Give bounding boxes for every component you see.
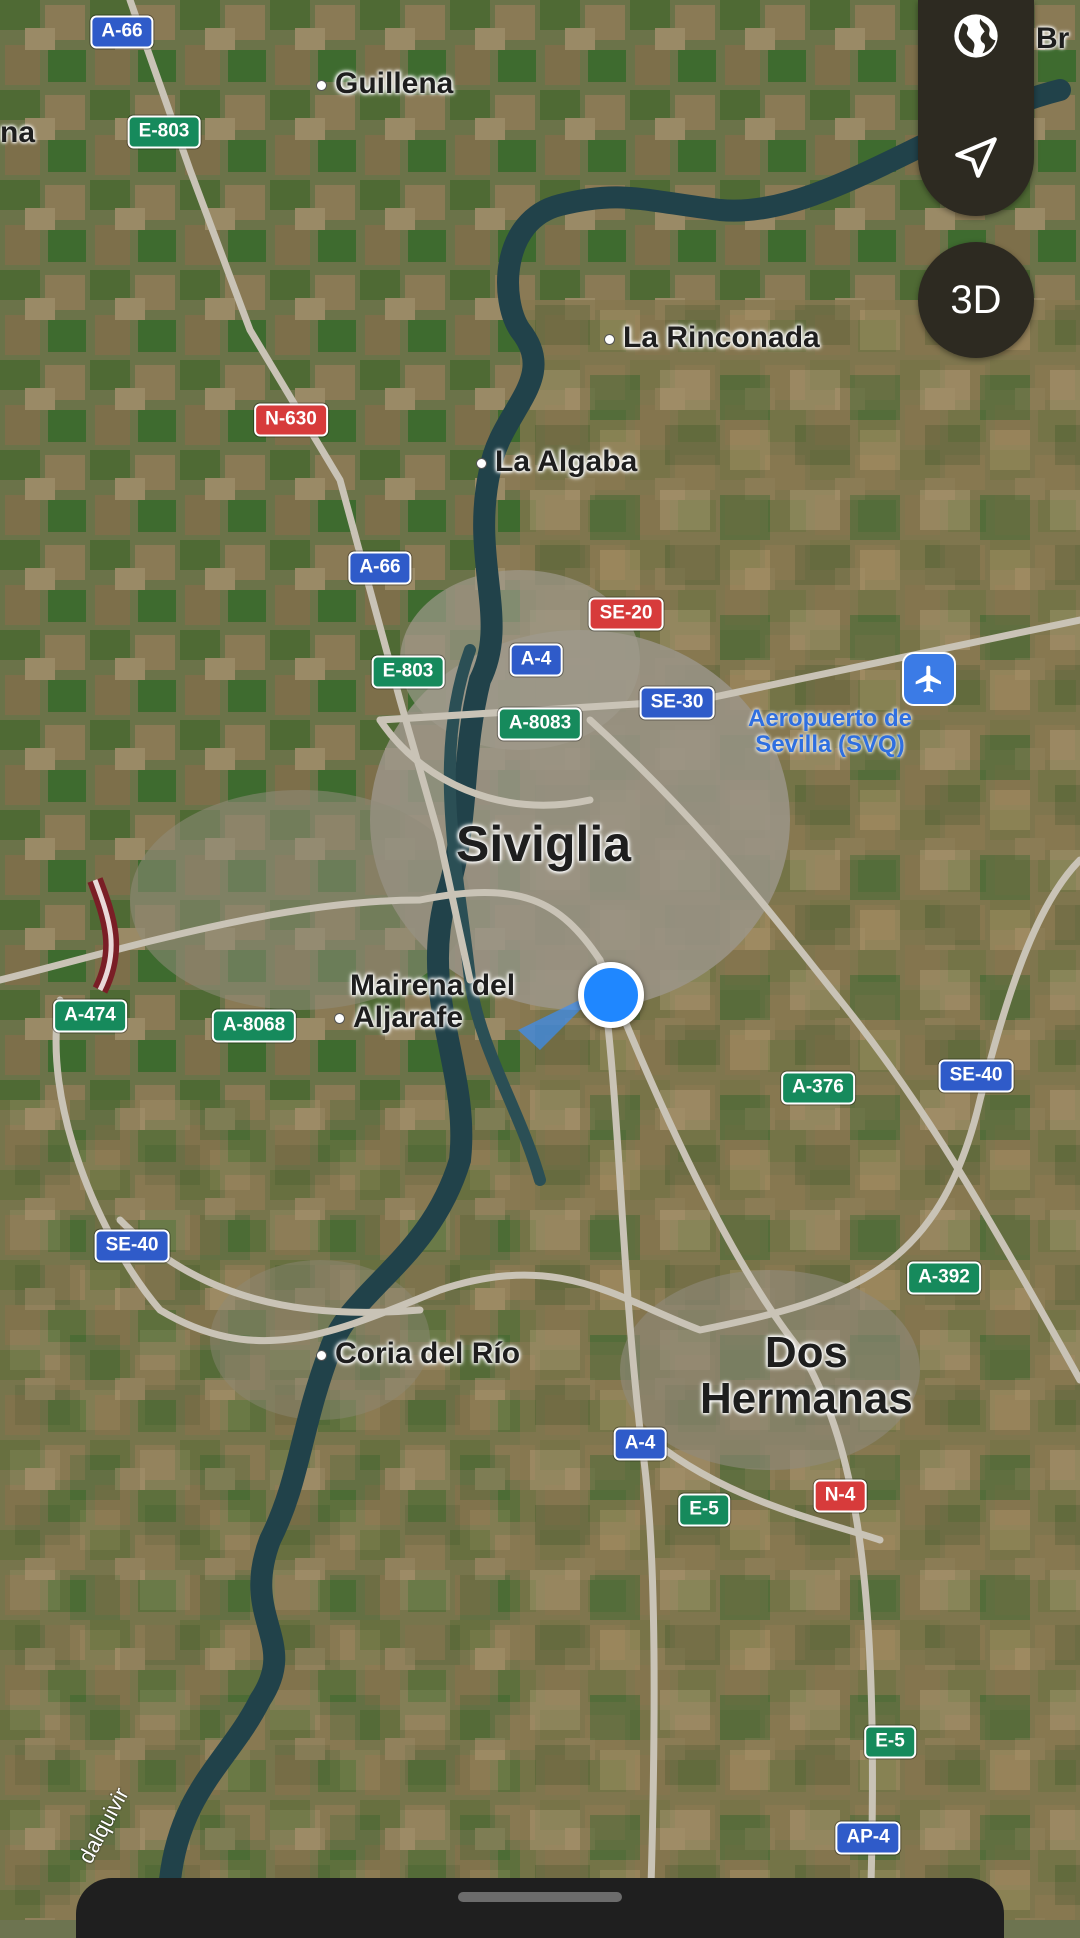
place-dos-hermanas[interactable]: Dos Hermanas bbox=[700, 1329, 913, 1422]
place-mairena-del-aljarafe[interactable]: Mairena del Aljarafe bbox=[334, 970, 515, 1033]
road-shield-a474[interactable]: A-474 bbox=[53, 999, 127, 1033]
road-shield-n630[interactable]: N-630 bbox=[254, 403, 328, 437]
road-shield-e5-b[interactable]: E-5 bbox=[864, 1725, 916, 1759]
edge-label-right: Br bbox=[1036, 22, 1070, 55]
road-shield-e803-top[interactable]: E-803 bbox=[127, 115, 201, 149]
place-dot bbox=[334, 1013, 345, 1025]
place-coria-del-rio[interactable]: Coria del Río bbox=[316, 1338, 520, 1370]
place-dot bbox=[316, 1349, 327, 1361]
road-shield-e5-a[interactable]: E-5 bbox=[678, 1493, 730, 1527]
user-location-dot[interactable] bbox=[578, 962, 644, 1028]
three-d-button[interactable]: 3D bbox=[918, 242, 1034, 358]
road-shield-se40-right[interactable]: SE-40 bbox=[938, 1059, 1014, 1093]
current-location-button[interactable] bbox=[918, 100, 1034, 216]
place-dot bbox=[476, 457, 487, 469]
road-shield-a66-top[interactable]: A-66 bbox=[90, 15, 154, 49]
satellite-map[interactable] bbox=[0, 0, 1080, 1920]
road-shield-se20[interactable]: SE-20 bbox=[588, 597, 664, 631]
airplane-icon bbox=[915, 665, 941, 693]
airport-label[interactable]: Aeropuerto de Sevilla (SVQ) bbox=[748, 705, 912, 759]
location-arrow-icon bbox=[955, 137, 997, 178]
road-shield-a8068[interactable]: A-8068 bbox=[211, 1009, 297, 1043]
map-style-button[interactable] bbox=[918, 0, 1034, 94]
bottom-sheet[interactable] bbox=[76, 1878, 1004, 1938]
airport-marker[interactable] bbox=[902, 652, 956, 706]
road-shield-se30[interactable]: SE-30 bbox=[639, 686, 715, 720]
road-shield-a8083[interactable]: A-8083 bbox=[497, 707, 583, 741]
road-shield-e803-mid[interactable]: E-803 bbox=[371, 655, 445, 689]
sheet-grabber[interactable] bbox=[458, 1892, 622, 1902]
road-shield-a376[interactable]: A-376 bbox=[781, 1071, 855, 1105]
road-shield-ap4[interactable]: AP-4 bbox=[835, 1821, 901, 1855]
place-dot bbox=[604, 333, 615, 345]
road-shield-a392[interactable]: A-392 bbox=[907, 1261, 981, 1295]
place-la-rinconada[interactable]: La Rinconada bbox=[604, 322, 820, 354]
road-shield-a4-top[interactable]: A-4 bbox=[509, 643, 563, 677]
road-shield-a4-bottom[interactable]: A-4 bbox=[613, 1427, 667, 1461]
road-shield-se40-left[interactable]: SE-40 bbox=[94, 1229, 170, 1263]
place-la-algaba[interactable]: La Algaba bbox=[476, 446, 637, 478]
road-shield-n4[interactable]: N-4 bbox=[813, 1479, 867, 1513]
road-shield-a66-mid[interactable]: A-66 bbox=[348, 551, 412, 585]
place-guillena[interactable]: Guillena bbox=[316, 68, 453, 100]
place-dot bbox=[316, 79, 327, 91]
globe-icon bbox=[954, 14, 998, 58]
edge-label-left: na bbox=[0, 116, 36, 149]
city-label-siviglia[interactable]: Siviglia bbox=[456, 818, 631, 871]
